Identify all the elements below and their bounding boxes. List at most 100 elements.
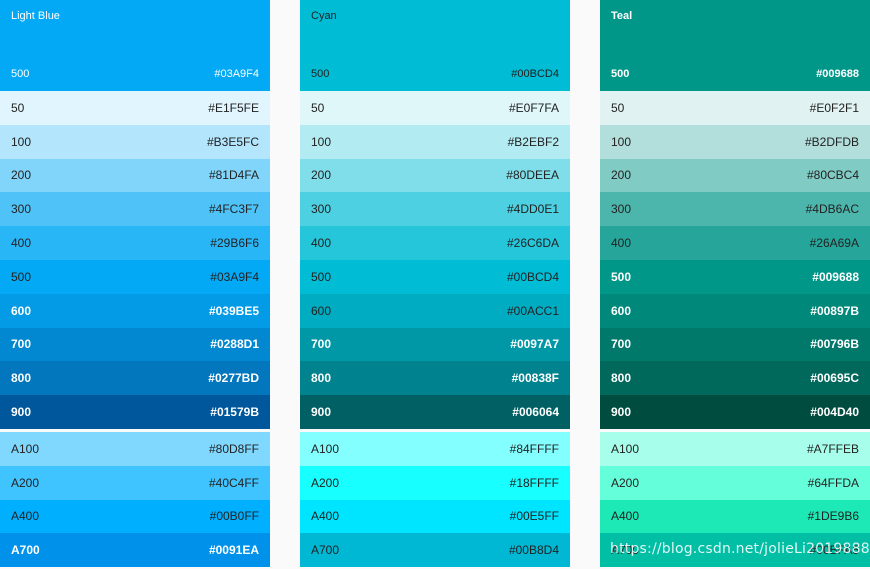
color-swatch[interactable]: 900 #01579B bbox=[0, 395, 270, 429]
hex-code: #00BFA5 bbox=[809, 543, 859, 558]
shade-label: A100 bbox=[11, 441, 40, 456]
color-swatch[interactable]: 800 #0277BD bbox=[0, 361, 270, 396]
accent-swatch[interactable]: A200 #18FFFF bbox=[300, 465, 570, 500]
color-swatch[interactable]: 50 #E0F2F1 bbox=[600, 91, 870, 125]
shade-label: A200 bbox=[11, 475, 40, 490]
shade-label: 50 bbox=[611, 100, 625, 115]
hex-code: #009688 bbox=[812, 269, 859, 284]
hex-code: #4DD0E1 bbox=[506, 202, 559, 217]
color-swatch[interactable]: 500 #03A9F4 bbox=[0, 259, 270, 294]
shade-label: 300 bbox=[611, 202, 632, 217]
shade-label: 100 bbox=[611, 134, 632, 149]
hex-code: #B2DFDB bbox=[804, 134, 859, 149]
shade-label: 200 bbox=[611, 168, 632, 183]
hex-code: #00ACC1 bbox=[506, 303, 559, 318]
color-swatch[interactable]: 600 #00897B bbox=[600, 293, 870, 328]
accent-swatch[interactable]: A100 #A7FFEB bbox=[600, 431, 870, 466]
shade-label: A400 bbox=[11, 509, 40, 524]
accent-swatch[interactable]: A400 #00E5FF bbox=[300, 499, 570, 534]
hex-code: #006064 bbox=[512, 405, 559, 420]
shade-label: 900 bbox=[11, 405, 32, 420]
shade-label: A200 bbox=[611, 475, 640, 490]
accent-swatch[interactable]: A700 #00BFA5 bbox=[600, 533, 870, 568]
accent-swatch[interactable]: A100 #80D8FF bbox=[0, 431, 270, 466]
color-swatch[interactable]: 200 #80CBC4 bbox=[600, 158, 870, 193]
shade-label: 400 bbox=[11, 236, 32, 251]
palette-header: Light Blue 500 #03A9F4 bbox=[0, 0, 270, 91]
shade-label: 100 bbox=[311, 134, 332, 149]
hex-code: #00838F bbox=[511, 371, 559, 386]
hex-code: #00695C bbox=[810, 371, 859, 386]
shade-label: 200 bbox=[11, 168, 32, 183]
shade-label: 800 bbox=[11, 371, 32, 386]
accent-swatch[interactable]: A700 #00B8D4 bbox=[300, 533, 570, 568]
hex-code: #0288D1 bbox=[210, 337, 259, 352]
shade-label: 200 bbox=[311, 168, 332, 183]
hex-code: #00897B bbox=[810, 303, 859, 318]
primary-hex-code: #00BCD4 bbox=[511, 68, 559, 80]
shade-label: 100 bbox=[11, 134, 32, 149]
color-swatch[interactable]: 200 #80DEEA bbox=[300, 158, 570, 193]
hex-code: #80CBC4 bbox=[806, 168, 859, 183]
color-swatch[interactable]: 700 #0097A7 bbox=[300, 327, 570, 362]
color-swatch[interactable]: 200 #81D4FA bbox=[0, 158, 270, 193]
color-swatch[interactable]: 500 #009688 bbox=[600, 259, 870, 294]
shade-label: 50 bbox=[11, 100, 25, 115]
palette-header: Cyan 500 #00BCD4 bbox=[300, 0, 570, 91]
color-swatch[interactable]: 800 #00695C bbox=[600, 361, 870, 396]
hex-code: #00E5FF bbox=[509, 509, 559, 524]
shade-label: 600 bbox=[311, 303, 332, 318]
shade-label: 500 bbox=[11, 269, 32, 284]
accent-swatch[interactable]: A100 #84FFFF bbox=[300, 431, 570, 466]
hex-code: #004D40 bbox=[810, 405, 859, 420]
color-swatch[interactable]: 700 #00796B bbox=[600, 327, 870, 362]
color-swatch[interactable]: 600 #00ACC1 bbox=[300, 293, 570, 328]
accent-swatch[interactable]: A200 #40C4FF bbox=[0, 465, 270, 500]
accent-swatch[interactable]: A700 #0091EA bbox=[0, 533, 270, 568]
shade-label: 300 bbox=[11, 202, 32, 217]
color-swatch[interactable]: 500 #00BCD4 bbox=[300, 259, 570, 294]
palette-title: Teal bbox=[611, 10, 633, 22]
color-swatch[interactable]: 100 #B2EBF2 bbox=[300, 124, 570, 159]
hex-code: #80DEEA bbox=[506, 168, 559, 183]
hex-code: #40C4FF bbox=[208, 475, 259, 490]
hex-code: #81D4FA bbox=[208, 168, 259, 183]
accent-swatch[interactable]: A400 #1DE9B6 bbox=[600, 499, 870, 534]
shade-label: 600 bbox=[611, 303, 632, 318]
accent-swatch[interactable]: A200 #64FFDA bbox=[600, 465, 870, 500]
color-swatch[interactable]: 50 #E1F5FE bbox=[0, 91, 270, 125]
color-swatch[interactable]: 600 #039BE5 bbox=[0, 293, 270, 328]
shade-label: A100 bbox=[311, 441, 340, 456]
primary-hex-code: #009688 bbox=[816, 68, 859, 80]
hex-code: #18FFFF bbox=[509, 475, 559, 490]
palette-title: Cyan bbox=[311, 10, 337, 22]
shade-label: 800 bbox=[311, 371, 332, 386]
hex-code: #64FFDA bbox=[807, 475, 859, 490]
shade-label: 500 bbox=[611, 269, 632, 284]
shade-label: A700 bbox=[611, 543, 640, 558]
color-swatch[interactable]: 100 #B3E5FC bbox=[0, 124, 270, 159]
palette-header: Teal 500 #009688 bbox=[600, 0, 870, 91]
primary-hex-code: #03A9F4 bbox=[214, 68, 259, 80]
color-swatch[interactable]: 300 #4DB6AC bbox=[600, 192, 870, 227]
hex-code: #00B8D4 bbox=[508, 543, 559, 558]
color-swatch[interactable]: 50 #E0F7FA bbox=[300, 91, 570, 125]
shade-label: 700 bbox=[11, 337, 32, 352]
color-swatch[interactable]: 300 #4DD0E1 bbox=[300, 192, 570, 227]
color-swatch[interactable]: 300 #4FC3F7 bbox=[0, 192, 270, 227]
color-swatch[interactable]: 700 #0288D1 bbox=[0, 327, 270, 362]
color-swatch[interactable]: 400 #26C6DA bbox=[300, 226, 570, 260]
color-swatch[interactable]: 900 #004D40 bbox=[600, 395, 870, 429]
hex-code: #B2EBF2 bbox=[507, 134, 559, 149]
hex-code: #4FC3F7 bbox=[208, 202, 259, 217]
palette-cyan: Cyan 500 #00BCD4 50 #E0F7FA 100 #B2EBF2 200 #80D… bbox=[300, 0, 570, 569]
color-swatch[interactable]: 400 #26A69A bbox=[600, 226, 870, 260]
shade-label: A700 bbox=[11, 543, 40, 558]
color-swatch[interactable]: 900 #006064 bbox=[300, 395, 570, 429]
shade-label: 400 bbox=[311, 236, 332, 251]
color-swatch[interactable]: 100 #B2DFDB bbox=[600, 124, 870, 159]
accent-swatch[interactable]: A400 #00B0FF bbox=[0, 499, 270, 534]
color-swatch[interactable]: 800 #00838F bbox=[300, 361, 570, 396]
hex-code: #4DB6AC bbox=[805, 202, 859, 217]
color-swatch[interactable]: 400 #29B6F6 bbox=[0, 226, 270, 260]
